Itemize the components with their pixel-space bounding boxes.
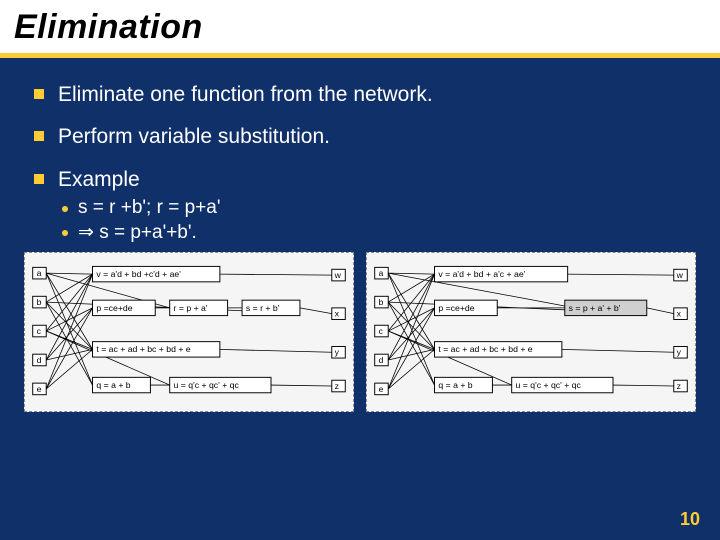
eq-u: u = q'c + qc' + qc [512,377,613,392]
svg-text:b: b [37,297,42,307]
svg-text:t = ac + ad + bc + bd + e: t = ac + ad + bc + bd + e [96,344,190,354]
svg-text:x: x [677,308,682,318]
svg-text:x: x [335,308,340,318]
svg-text:z: z [335,381,339,391]
svg-text:e: e [37,384,42,394]
svg-text:s = r + b': s = r + b' [246,303,280,313]
bullet-item: Example [34,167,690,193]
subbullet-text: ⇒ s = p+a'+b'. [78,221,197,244]
eq-r: r = p + a' [170,300,228,315]
title-bar: Elimination [0,0,720,53]
square-bullet-icon [34,131,44,141]
output-ports: w x y z [674,269,688,392]
svg-text:d: d [37,355,42,365]
eq-p: p =ce+de [93,300,156,315]
eq-v: v = a'd + bd + a'c + ae' [435,266,568,281]
output-ports: w x y z [332,269,346,392]
bullet-text: Example [58,167,140,193]
svg-text:y: y [335,347,340,357]
svg-text:c: c [379,326,384,336]
diagram-before: a b c d e w x y z [24,252,354,412]
eq-t: t = ac + ad + bc + bd + e [435,341,562,356]
input-ports: a b c d e [33,267,47,394]
svg-text:q = a + b: q = a + b [438,380,472,390]
svg-text:z: z [677,381,681,391]
square-bullet-icon [34,174,44,184]
svg-text:b: b [379,297,384,307]
edges [388,273,674,389]
diagram-svg: a b c d e w x y z [367,253,695,411]
eq-q: q = a + b [435,377,493,392]
svg-text:p =ce+de: p =ce+de [438,303,474,313]
dot-bullet-icon [62,206,68,212]
subbullet-item: ⇒ s = p+a'+b'. [62,221,690,244]
bullet-item: Eliminate one function from the network. [34,82,690,108]
svg-text:w: w [676,270,684,280]
svg-text:r = p + a': r = p + a' [174,303,208,313]
diagram-svg: a b c d e w x y z [25,253,353,411]
svg-text:w: w [334,270,342,280]
page-number: 10 [680,509,700,530]
dot-bullet-icon [62,230,68,236]
eq-s-highlight: s = p + a' + b' [565,300,647,315]
subbullet-list: s = r +b'; r = p+a' ⇒ s = p+a'+b'. [62,197,690,244]
svg-text:c: c [37,326,42,336]
eq-t: t = ac + ad + bc + bd + e [93,341,220,356]
square-bullet-icon [34,89,44,99]
svg-text:q = a + b: q = a + b [96,380,130,390]
svg-text:v = a'd + bd + a'c + ae': v = a'd + bd + a'c + ae' [438,269,525,279]
svg-text:p =ce+de: p =ce+de [96,303,132,313]
eq-q: q = a + b [93,377,151,392]
bullet-text: Eliminate one function from the network. [58,82,433,108]
eq-v: v = a'd + bd +c'd + ae' [93,266,220,281]
input-ports: a b c d e [375,267,389,394]
diagram-after: a b c d e w x y z [366,252,696,412]
svg-text:a: a [379,268,384,278]
slide: Elimination Eliminate one function from … [0,0,720,540]
subbullet-text: s = r +b'; r = p+a' [78,197,220,219]
edges [46,273,332,389]
svg-text:e: e [379,384,384,394]
svg-text:a: a [37,268,42,278]
svg-text:v = a'd + bd +c'd + ae': v = a'd + bd +c'd + ae' [96,269,181,279]
subbullet-item: s = r +b'; r = p+a' [62,197,690,219]
slide-title: Elimination [14,8,706,47]
eq-u: u = q'c + qc' + qc [170,377,271,392]
diagrams-row: a b c d e w x y z [0,252,720,412]
eq-s: s = r + b' [242,300,300,315]
bullet-text: Perform variable substitution. [58,124,330,150]
body: Eliminate one function from the network.… [0,58,720,244]
svg-text:s = p + a' + b': s = p + a' + b' [569,303,621,313]
bullet-item: Perform variable substitution. [34,124,690,150]
svg-text:u = q'c + qc' + qc: u = q'c + qc' + qc [516,380,582,390]
svg-text:t = ac + ad + bc + bd + e: t = ac + ad + bc + bd + e [438,344,532,354]
svg-text:d: d [379,355,384,365]
svg-text:u = q'c + qc' + qc: u = q'c + qc' + qc [174,380,240,390]
svg-text:y: y [677,347,682,357]
eq-p: p =ce+de [435,300,498,315]
